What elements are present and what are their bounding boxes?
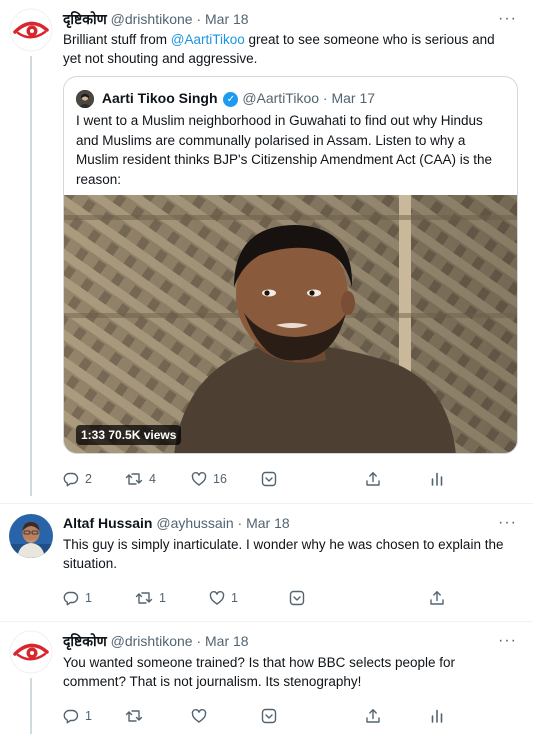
retweet-count: 4: [149, 471, 156, 486]
eye-logo-icon: [9, 630, 53, 674]
eye-logo-icon: [9, 8, 53, 52]
retweet-icon: [125, 710, 143, 722]
reply-button[interactable]: 1: [63, 705, 92, 725]
separator-dot: ·: [196, 633, 202, 649]
mention-link[interactable]: @AartiTikoo: [171, 32, 245, 47]
quote-header: Aarti Tikoo Singh ✓ @AartiTikoo · Mar 17: [76, 89, 375, 109]
video-stats-badge: 1:33 70.5K views: [76, 425, 182, 445]
retweet-count: 1: [159, 590, 166, 605]
separator-dot: ·: [196, 11, 202, 27]
quote-text: I went to a Muslim neighborhood in Guwah…: [76, 113, 492, 187]
analytics-icon: [431, 709, 443, 723]
share-button[interactable]: [365, 705, 381, 725]
author-handle[interactable]: @drishtikone: [111, 633, 193, 649]
separator-dot: ·: [322, 90, 328, 106]
retweet-button[interactable]: 4: [125, 468, 156, 488]
tweet-time[interactable]: Mar 18: [246, 515, 290, 531]
separator-dot: ·: [237, 515, 243, 531]
more-icon[interactable]: ···: [498, 633, 516, 654]
like-button[interactable]: 1: [209, 587, 238, 607]
analytics-button[interactable]: [429, 705, 445, 725]
hide-button[interactable]: [289, 587, 305, 607]
tweet-time[interactable]: Mar 18: [205, 633, 249, 649]
quoted-tweet[interactable]: Aarti Tikoo Singh ✓ @AartiTikoo · Mar 17…: [63, 76, 518, 454]
tweet-header: दृष्टिकोण @drishtikone · Mar 18: [63, 632, 249, 650]
like-icon: [209, 590, 225, 605]
video-player[interactable]: 1:33 70.5K views: [64, 195, 517, 453]
reply-button[interactable]: 1: [63, 587, 92, 607]
thread-line: [30, 678, 32, 734]
reply-icon: [63, 591, 79, 606]
like-button[interactable]: [191, 705, 207, 725]
quote-author-name[interactable]: Aarti Tikoo Singh: [102, 90, 218, 106]
tweet-header: दृष्टिकोण @drishtikone · Mar 18: [63, 10, 249, 28]
tweet[interactable]: दृष्टिकोण @drishtikone · Mar 18 ··· Bril…: [0, 0, 533, 500]
share-button[interactable]: [429, 587, 445, 607]
tweet-header: Altaf Hussain @ayhussain · Mar 18: [63, 514, 290, 532]
tweet-text-start: Brilliant stuff from: [63, 32, 171, 47]
video-frame: [64, 195, 517, 453]
like-button[interactable]: 16: [191, 468, 227, 488]
drishtikone-avatar[interactable]: [9, 8, 53, 52]
quote-time[interactable]: Mar 17: [331, 90, 375, 106]
tweet-text: This guy is simply inarticulate. I wonde…: [63, 537, 504, 571]
quote-author-handle[interactable]: @AartiTikoo: [242, 90, 319, 106]
thread-line: [30, 56, 32, 496]
share-icon: [430, 590, 444, 605]
more-icon[interactable]: ···: [498, 515, 516, 536]
hide-icon: [261, 471, 277, 486]
reply-count: 2: [85, 471, 92, 486]
author-name[interactable]: दृष्टिकोण: [63, 633, 107, 649]
retweet-button[interactable]: 1: [135, 587, 166, 607]
retweet-button[interactable]: [125, 705, 143, 725]
like-icon: [191, 708, 207, 723]
reply-count: 1: [85, 590, 92, 605]
share-button[interactable]: [365, 468, 381, 488]
retweet-icon: [125, 473, 143, 485]
author-name[interactable]: दृष्टिकोण: [63, 11, 107, 27]
like-count: 1: [231, 590, 238, 605]
tweet[interactable]: दृष्टिकोण @drishtikone · Mar 18 ··· You …: [0, 622, 533, 734]
video-views: 70.5K views: [108, 428, 177, 442]
author-name[interactable]: Altaf Hussain: [63, 515, 152, 531]
analytics-button[interactable]: [429, 468, 445, 488]
tweet[interactable]: Altaf Hussain @ayhussain · Mar 18 ··· Th…: [0, 504, 533, 622]
hide-icon: [289, 590, 305, 605]
like-count: 16: [213, 471, 227, 486]
reply-count: 1: [85, 708, 92, 723]
hide-button[interactable]: [261, 705, 277, 725]
profile-photo: [9, 514, 53, 558]
action-bar: 2 4 16: [63, 468, 503, 488]
tweet-text: Brilliant stuff from @AartiTikoo great t…: [63, 30, 513, 68]
reply-icon: [63, 472, 79, 487]
tweet-time[interactable]: Mar 18: [205, 11, 249, 27]
hide-button[interactable]: [261, 468, 277, 488]
author-handle[interactable]: @drishtikone: [111, 11, 193, 27]
drishtikone-avatar[interactable]: [9, 630, 53, 674]
share-icon: [366, 471, 380, 486]
retweet-icon: [135, 592, 153, 604]
tweet-text: You wanted someone trained? Is that how …: [63, 655, 455, 689]
hide-icon: [261, 708, 277, 723]
author-handle[interactable]: @ayhussain: [156, 515, 233, 531]
action-bar: 1 1 1: [63, 587, 503, 607]
analytics-icon: [431, 472, 443, 486]
share-icon: [366, 708, 380, 723]
reply-icon: [63, 709, 79, 724]
reply-button[interactable]: 2: [63, 468, 92, 488]
video-duration: 1:33: [81, 428, 106, 442]
action-bar: 1: [63, 705, 503, 725]
quote-avatar: [76, 90, 94, 109]
verified-icon: ✓: [223, 91, 239, 107]
altaf-avatar[interactable]: [9, 514, 53, 558]
like-icon: [191, 471, 207, 486]
